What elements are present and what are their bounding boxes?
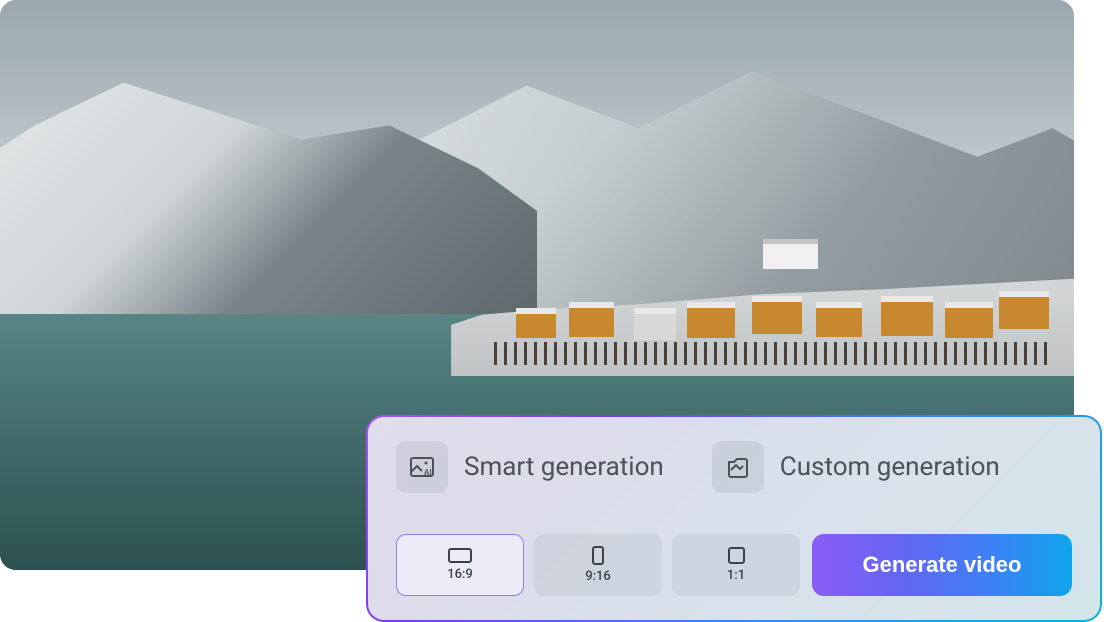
- control-panel-inner: AI Smart generation Custom generation: [368, 417, 1100, 620]
- house: [752, 296, 802, 334]
- bottom-controls: 16:9 9:16 1:1 Generate video: [396, 534, 1072, 596]
- generation-modes: AI Smart generation Custom generation: [396, 441, 1072, 493]
- custom-generation-icon: [723, 452, 753, 482]
- house: [569, 302, 614, 337]
- custom-generation-label: Custom generation: [780, 452, 1000, 482]
- smart-generation-icon-box: AI: [396, 441, 448, 493]
- house: [881, 296, 933, 336]
- smart-generation-icon: AI: [407, 452, 437, 482]
- control-panel: AI Smart generation Custom generation: [366, 415, 1102, 622]
- aspect-label: 1:1: [727, 568, 745, 583]
- house: [945, 302, 993, 338]
- house: [634, 308, 676, 340]
- aspect-ratio-group: 16:9 9:16 1:1: [396, 534, 800, 596]
- aspect-label: 16:9: [447, 567, 473, 582]
- house: [816, 302, 862, 337]
- smart-generation-option[interactable]: AI Smart generation: [396, 441, 664, 493]
- house: [763, 239, 818, 269]
- custom-generation-option[interactable]: Custom generation: [712, 441, 1000, 493]
- aspect-label: 9:16: [585, 569, 611, 584]
- house: [516, 308, 556, 338]
- aspect-shape-icon: [592, 546, 604, 565]
- generate-video-button[interactable]: Generate video: [812, 534, 1072, 596]
- aspect-shape-icon: [728, 547, 745, 564]
- pier-stilts: [494, 342, 1053, 365]
- custom-generation-icon-box: [712, 441, 764, 493]
- aspect-ratio-1-1[interactable]: 1:1: [672, 534, 800, 596]
- house: [687, 302, 735, 338]
- smart-generation-label: Smart generation: [464, 452, 664, 482]
- aspect-ratio-9-16[interactable]: 9:16: [534, 534, 662, 596]
- aspect-ratio-16-9[interactable]: 16:9: [396, 534, 524, 596]
- svg-text:AI: AI: [424, 468, 432, 477]
- house: [999, 291, 1049, 329]
- aspect-shape-icon: [448, 548, 472, 563]
- generate-button-label: Generate video: [863, 552, 1022, 578]
